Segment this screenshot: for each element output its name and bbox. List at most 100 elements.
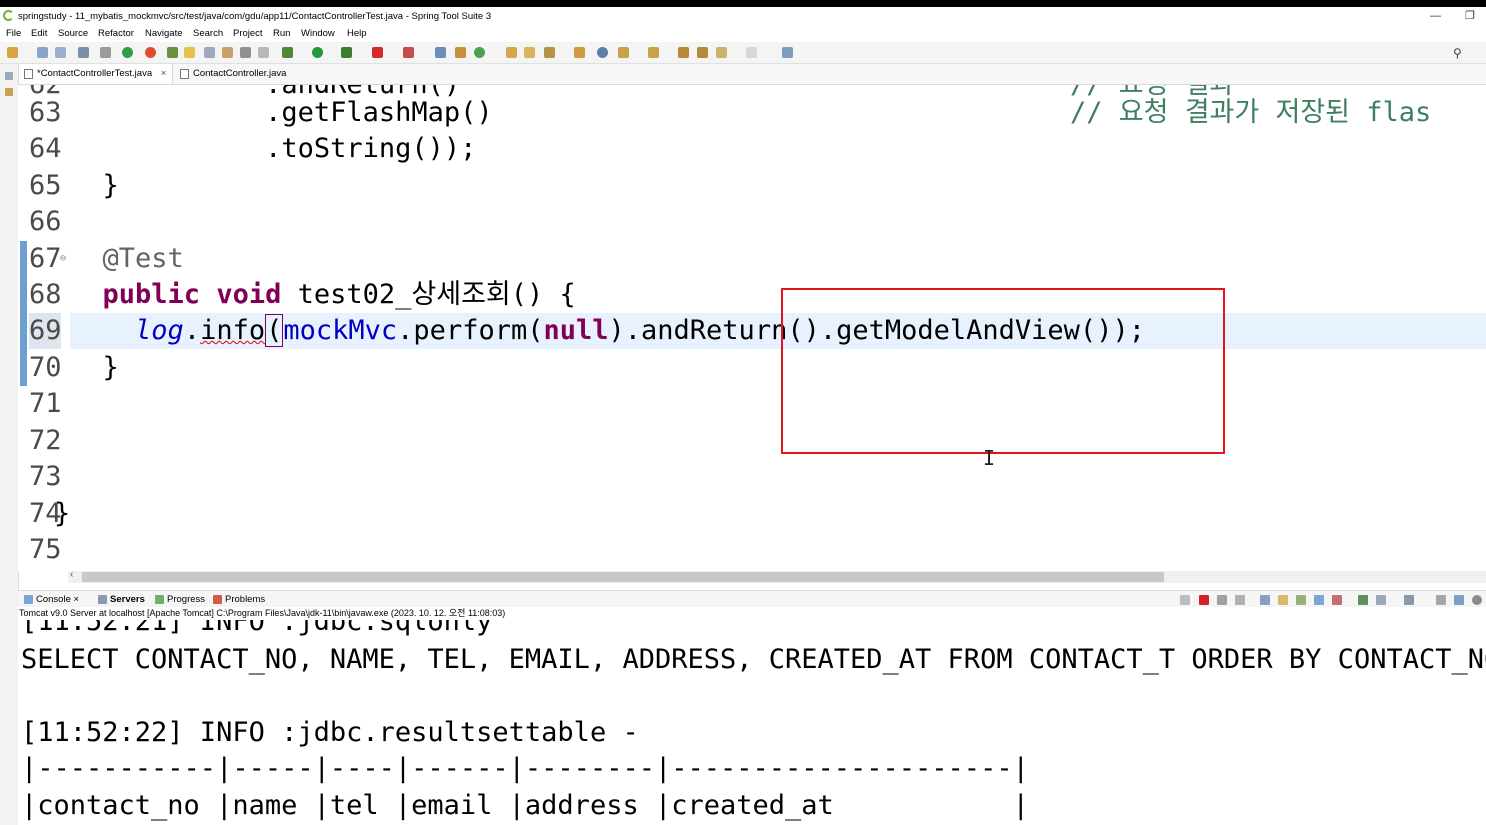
restore-button[interactable]: ❐ bbox=[1465, 7, 1475, 26]
fold-marker-icon[interactable]: ⊖ bbox=[60, 241, 66, 277]
open-folder-icon[interactable] bbox=[574, 47, 585, 58]
search-tool-icon[interactable] bbox=[544, 47, 555, 58]
console-line: |contact_no |name |tel |email |address |… bbox=[21, 790, 1029, 821]
minimize-panel-icon[interactable] bbox=[1436, 595, 1446, 605]
terminate-icon[interactable] bbox=[1199, 595, 1209, 605]
menu-project[interactable]: Project bbox=[233, 26, 263, 41]
tab-contact-controller[interactable]: ContactController.java bbox=[175, 64, 315, 84]
display-console-icon[interactable] bbox=[1376, 595, 1386, 605]
tab-servers[interactable]: Servers bbox=[98, 591, 145, 608]
forward-icon[interactable] bbox=[746, 47, 757, 58]
menu-file[interactable]: File bbox=[6, 26, 21, 41]
refresh-icon[interactable] bbox=[145, 47, 156, 58]
line-number: 73 bbox=[29, 461, 62, 492]
new-java-project-icon[interactable] bbox=[435, 47, 446, 58]
tab-problems[interactable]: Problems bbox=[213, 591, 265, 608]
window-title: springstudy - 11_mybatis_mockmvc/src/tes… bbox=[18, 11, 492, 22]
block-selection-icon[interactable] bbox=[204, 47, 215, 58]
line-number: 70 bbox=[29, 352, 62, 383]
line-number: 75 bbox=[29, 534, 62, 565]
menu-run[interactable]: Run bbox=[273, 26, 290, 41]
show-on-stdout-icon[interactable] bbox=[1314, 595, 1324, 605]
save-icon[interactable] bbox=[37, 47, 48, 58]
coverage-icon[interactable] bbox=[341, 47, 352, 58]
globe-icon[interactable] bbox=[597, 47, 608, 58]
code-editor[interactable]: 62 .andReturn() // 요청 결과 63 .getFlashMap… bbox=[18, 85, 1486, 571]
debug-icon[interactable] bbox=[282, 47, 293, 58]
console-line: |-----------|-----|----|------|--------|… bbox=[21, 753, 1029, 784]
line-number: 72 bbox=[29, 425, 62, 456]
spring-tool-suite-icon bbox=[3, 10, 14, 21]
show-on-stderr-icon[interactable] bbox=[1332, 595, 1342, 605]
restore-view-icon[interactable] bbox=[5, 72, 13, 80]
close-tab-icon[interactable]: × bbox=[161, 68, 167, 79]
title-bar: springstudy - 11_mybatis_mockmvc/src/tes… bbox=[0, 7, 1486, 26]
console-line: [11:52:21] INFO :jdbc.sqlonly bbox=[21, 620, 493, 637]
menu-refactor[interactable]: Refactor bbox=[98, 26, 134, 41]
console-line: [11:52:22] INFO :jdbc.resultsettable - bbox=[21, 717, 639, 748]
code-comment: // 요청 결과가 저장된 flas bbox=[1070, 97, 1432, 128]
new-class-icon[interactable] bbox=[474, 47, 485, 58]
clear-console-icon[interactable] bbox=[1260, 595, 1270, 605]
highlight-annotation-box bbox=[781, 288, 1225, 454]
menu-navigate[interactable]: Navigate bbox=[145, 26, 183, 41]
code-line-method-signature: public void test02_상세조회() { bbox=[102, 279, 576, 310]
menu-source[interactable]: Source bbox=[58, 26, 88, 41]
previous-annotation-icon[interactable] bbox=[648, 47, 659, 58]
word-wrap-icon[interactable] bbox=[222, 47, 233, 58]
show-whitespace-icon[interactable] bbox=[240, 47, 251, 58]
editor-horizontal-scrollbar[interactable]: ‹ bbox=[68, 569, 1486, 583]
print-icon[interactable] bbox=[78, 47, 89, 58]
open-task-icon[interactable] bbox=[524, 47, 535, 58]
pin-console-icon[interactable] bbox=[1358, 595, 1368, 605]
toggle-icon[interactable] bbox=[167, 47, 178, 58]
stop-icon[interactable] bbox=[372, 47, 383, 58]
back-icon[interactable] bbox=[716, 47, 727, 58]
skip-breakpoints-icon[interactable] bbox=[100, 47, 111, 58]
new-icon[interactable] bbox=[7, 47, 18, 58]
open-console-icon[interactable] bbox=[1404, 595, 1414, 605]
line-number: 63 bbox=[29, 97, 62, 128]
close-console-icon[interactable]: × bbox=[74, 594, 80, 605]
maximize-panel-icon[interactable] bbox=[1454, 595, 1464, 605]
scroll-left-icon[interactable]: ‹ bbox=[70, 569, 73, 580]
menu-window[interactable]: Window bbox=[301, 26, 335, 41]
external-tools-icon[interactable] bbox=[403, 47, 414, 58]
left-trim-strip bbox=[0, 64, 19, 825]
top-border bbox=[0, 0, 1486, 7]
new-package-icon[interactable] bbox=[455, 47, 466, 58]
mark-occurrences-icon[interactable] bbox=[184, 47, 195, 58]
remove-all-icon[interactable] bbox=[1235, 595, 1245, 605]
gear-icon[interactable] bbox=[1472, 595, 1482, 605]
console-process-info: Tomcat v9.0 Server at localhost [Apache … bbox=[18, 607, 1486, 620]
line-number: 65 bbox=[29, 170, 62, 201]
open-type-icon[interactable] bbox=[506, 47, 517, 58]
spring-boot-icon[interactable] bbox=[122, 47, 133, 58]
run-icon[interactable] bbox=[312, 47, 323, 58]
pin-editor-icon[interactable] bbox=[782, 47, 793, 58]
next-annotation-icon[interactable] bbox=[618, 47, 629, 58]
code-line: .toString()); bbox=[70, 133, 477, 164]
remove-launch-icon[interactable] bbox=[1217, 595, 1227, 605]
tab-console[interactable]: Console × bbox=[24, 591, 79, 608]
last-edit-icon[interactable] bbox=[678, 47, 689, 58]
menu-help[interactable]: Help bbox=[347, 26, 367, 41]
code-line: } bbox=[70, 170, 119, 201]
menu-search[interactable]: Search bbox=[193, 26, 223, 41]
word-wrap-console-icon[interactable] bbox=[1296, 595, 1306, 605]
console-output[interactable]: [11:52:21] INFO :jdbc.sqlonly SELECT CON… bbox=[18, 620, 1486, 825]
minimize-button[interactable]: — bbox=[1430, 7, 1441, 26]
package-explorer-icon[interactable] bbox=[5, 88, 13, 96]
tab-label: ContactController.java bbox=[193, 68, 287, 79]
tab-contact-controller-test[interactable]: *ContactControllerTest.java × bbox=[18, 64, 173, 84]
tab-progress[interactable]: Progress bbox=[155, 591, 205, 608]
scroll-lock-icon[interactable] bbox=[1278, 595, 1288, 605]
scrollbar-thumb[interactable] bbox=[82, 572, 1164, 582]
save-all-icon[interactable] bbox=[55, 47, 66, 58]
paragraph-icon[interactable] bbox=[258, 47, 269, 58]
menu-edit[interactable]: Edit bbox=[31, 26, 47, 41]
relaunch-icon[interactable] bbox=[1180, 595, 1190, 605]
search-icon[interactable]: ⚲ bbox=[1453, 46, 1462, 60]
back-edit-icon[interactable] bbox=[697, 47, 708, 58]
code-line: } bbox=[70, 352, 119, 383]
